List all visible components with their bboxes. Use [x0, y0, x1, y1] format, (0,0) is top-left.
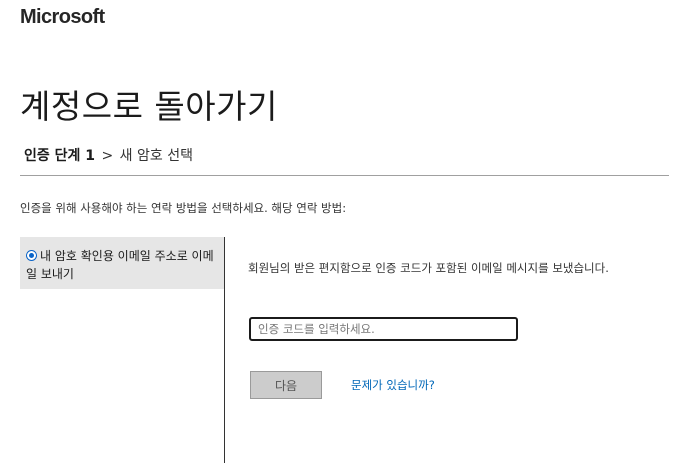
- page-title: 계정으로 돌아가기: [20, 87, 278, 126]
- instruction-text: 인증을 위해 사용해야 하는 연락 방법을 선택하세요. 해당 연락 방법:: [20, 201, 347, 215]
- header-divider: [20, 175, 669, 176]
- breadcrumb-next-step: 새 암호 선택: [119, 148, 193, 164]
- contact-method-list: 내 암호 확인용 이메일 주소로 이메일 보내기: [20, 237, 224, 289]
- email-sent-message: 회원님의 받은 편지함으로 인증 코드가 포함된 이메일 메시지를 보냈습니다.: [248, 261, 609, 275]
- contact-option-label: 내 암호 확인용 이메일 주소로 이메일 보내기: [26, 249, 214, 281]
- having-trouble-link[interactable]: 문제가 있습니까?: [351, 377, 435, 393]
- contact-option-email[interactable]: 내 암호 확인용 이메일 주소로 이메일 보내기: [20, 237, 224, 289]
- panel-divider: [224, 237, 225, 463]
- breadcrumb-current-step: 인증 단계 1: [24, 148, 96, 164]
- breadcrumb: 인증 단계 1 > 새 암호 선택: [24, 145, 193, 165]
- next-button[interactable]: 다음: [250, 371, 322, 399]
- verification-code-input[interactable]: [249, 317, 518, 341]
- breadcrumb-separator: >: [101, 148, 114, 164]
- radio-selected-icon[interactable]: [26, 250, 37, 261]
- microsoft-logo: Microsoft: [20, 6, 105, 28]
